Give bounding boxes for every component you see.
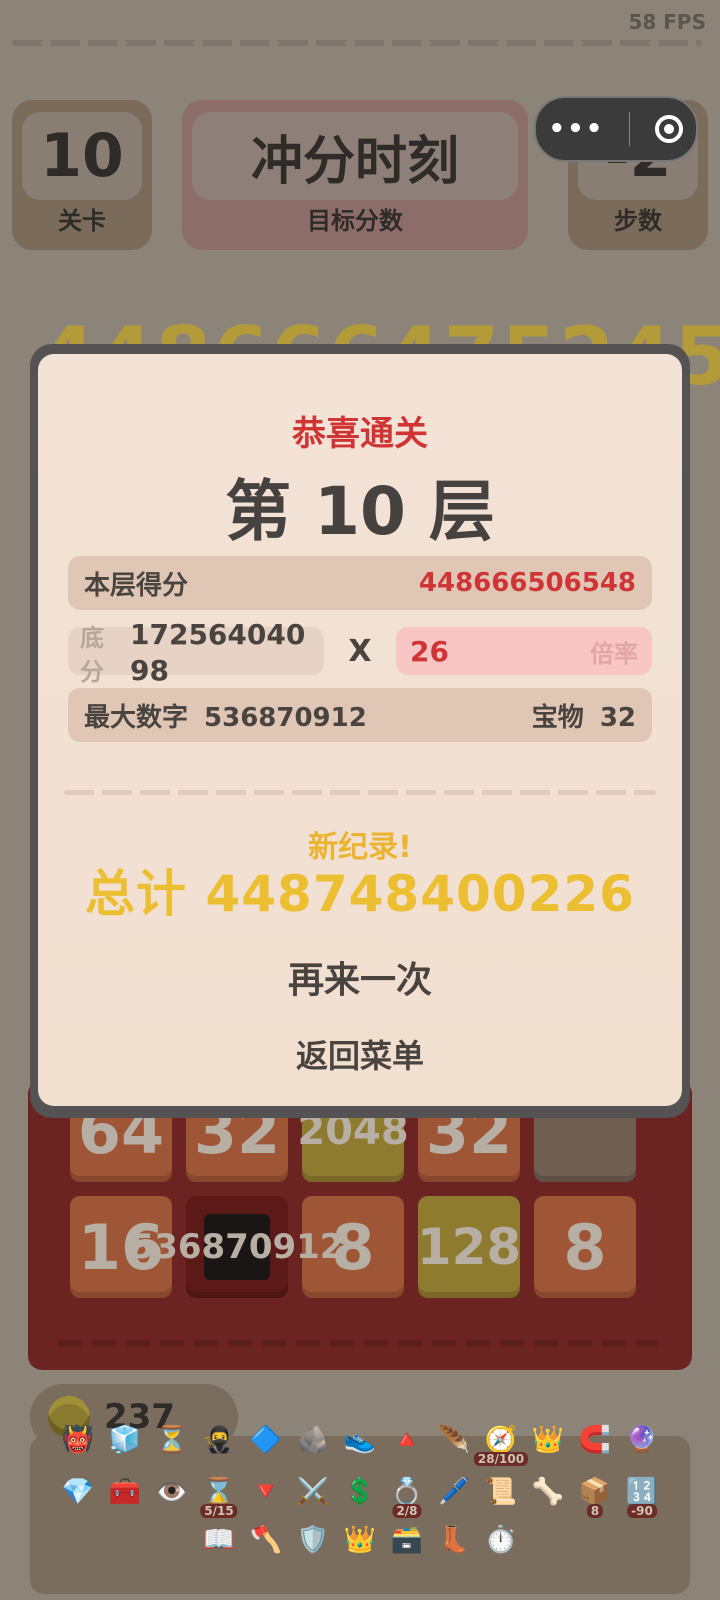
- multiplier-value: 26: [409, 634, 449, 668]
- inventory-item-icon[interactable]: 👟: [340, 1420, 380, 1460]
- inventory-row: 👹 🧊 ⏳ 🥷 🔷 🪨 👟 🔺 🪶 🧭 28/100 👑 🧲 🔮: [30, 1420, 690, 1466]
- inventory-item-icon[interactable]: 🔢 -90: [622, 1472, 662, 1518]
- back-to-menu-button[interactable]: 返回菜单: [38, 1030, 682, 1078]
- multiplier-label: 倍率: [589, 639, 638, 668]
- inventory-row: 💎 🧰 👁️ ⌛ 5/15 🔻 ⚔️ 💲 💍 2/8 🖊️ 📜 🦴 📦 8 🔢 -90: [30, 1472, 690, 1518]
- level-value: 10: [40, 121, 124, 191]
- inventory-item-icon[interactable]: 🧭 28/100: [473, 1420, 529, 1466]
- inventory-item-icon[interactable]: 🛡️: [293, 1520, 333, 1560]
- target-box: 冲分时刻 目标分数: [182, 100, 528, 250]
- monster-tile: 536870912: [131, 1196, 343, 1298]
- board-tile: 8: [534, 1196, 636, 1298]
- inventory-item-icon[interactable]: 👹: [58, 1420, 98, 1460]
- inventory-item-icon[interactable]: 🧲: [575, 1420, 615, 1460]
- inventory-item-icon[interactable]: 🪨: [293, 1420, 333, 1460]
- level-label: 关卡: [58, 207, 106, 235]
- game-board: 64 32 2048 32 16 536870912 8 128 8: [28, 1080, 692, 1370]
- inventory-item-icon[interactable]: 🗃️: [387, 1520, 427, 1560]
- stats-row: 最大数字 536870912 宝物 32: [68, 688, 652, 742]
- inventory-item-icon[interactable]: ⏱️: [481, 1520, 521, 1560]
- inventory-item-icon[interactable]: 🧰: [105, 1472, 145, 1512]
- max-number-value: 536870912: [204, 702, 367, 733]
- multiplier-box: 26 倍率: [395, 627, 652, 675]
- total-score: 总计 448748400226: [85, 865, 635, 923]
- inventory-item-icon[interactable]: ⏳: [152, 1420, 192, 1460]
- inventory-panel: 👹 🧊 ⏳ 🥷 🔷 🪨 👟 🔺 🪶 🧭 28/100 👑 🧲 🔮 💎 🧰 👁️ ⌛ 5/15 🔻 ⚔️ 💲 💍 2/8 🖊️ 📜…: [30, 1425, 690, 1594]
- inventory-item-icon[interactable]: 📖: [199, 1520, 239, 1560]
- inventory-item-icon[interactable]: 👁️: [152, 1472, 192, 1512]
- inventory-item-icon[interactable]: 📜: [481, 1472, 521, 1512]
- inventory-item-icon[interactable]: 🦴: [528, 1472, 568, 1512]
- progress-dash-line: [12, 40, 702, 46]
- congrats-text: 恭喜通关: [292, 414, 428, 454]
- inventory-item-icon[interactable]: ⚔️: [293, 1472, 333, 1512]
- retry-button[interactable]: 再来一次: [38, 950, 682, 1004]
- base-score-box: 底分 17256404098: [68, 618, 324, 687]
- treasure-value: 32: [599, 702, 636, 733]
- item-count-badge: -90: [627, 1504, 657, 1518]
- steps-label: 步数: [614, 207, 662, 235]
- inventory-item-icon[interactable]: 💎: [58, 1472, 98, 1512]
- inventory-item-icon[interactable]: ⌛ 5/15: [199, 1472, 239, 1518]
- item-count-badge: 2/8: [392, 1504, 422, 1518]
- level-score-label: 本层得分: [84, 570, 189, 601]
- level-box: 10 关卡: [12, 100, 152, 250]
- fps-counter: 58 FPS: [628, 10, 706, 34]
- item-count-badge: 8: [586, 1504, 604, 1518]
- times-sign: X: [348, 633, 372, 669]
- dialog-divider: [64, 790, 656, 795]
- inventory-item-icon[interactable]: 🔺: [387, 1420, 427, 1460]
- level-score-value: 448666506548: [418, 568, 636, 598]
- inventory-item-icon[interactable]: 📦 8: [575, 1472, 615, 1518]
- treasure-label: 宝物: [531, 702, 584, 733]
- inventory-item-icon[interactable]: 🔷: [246, 1420, 286, 1460]
- inventory-item-icon[interactable]: 👢: [434, 1520, 474, 1560]
- inventory-item-icon[interactable]: 💲: [340, 1472, 380, 1512]
- close-target-icon[interactable]: [655, 115, 684, 143]
- inventory-item-icon[interactable]: 🥷: [199, 1420, 239, 1460]
- inventory-item-icon[interactable]: 👑: [528, 1420, 568, 1460]
- more-icon[interactable]: •••: [549, 114, 605, 144]
- level-complete-dialog: 恭喜通关 第 10 层 本层得分 448666506548 底分 1725640…: [30, 344, 690, 1118]
- inventory-item-icon[interactable]: 🪶: [434, 1420, 474, 1460]
- inventory-row: 📖 🪓 🛡️ 👑 🗃️ 👢 ⏱️: [30, 1520, 690, 1560]
- inventory-item-icon[interactable]: 🪓: [246, 1520, 286, 1560]
- target-title: 冲分时刻: [250, 131, 459, 192]
- level-title: 第 10 层: [225, 473, 495, 550]
- inventory-item-icon[interactable]: 🔮: [622, 1420, 662, 1460]
- board-tile: 128: [417, 1196, 521, 1298]
- level-score-row: 本层得分 448666506548: [68, 556, 652, 610]
- calc-row: 底分 17256404098 X 26 倍率: [68, 618, 652, 687]
- item-count-badge: 5/15: [200, 1504, 238, 1518]
- board-dash-line: [58, 1340, 658, 1346]
- inventory-item-icon[interactable]: 🔻: [246, 1472, 286, 1512]
- max-number-label: 最大数字: [84, 702, 189, 733]
- item-count-badge: 28/100: [473, 1452, 529, 1466]
- inventory-item-icon[interactable]: 💍 2/8: [387, 1472, 427, 1518]
- inventory-item-icon[interactable]: 🧊: [105, 1420, 145, 1460]
- dialog-body: 恭喜通关 第 10 层 本层得分 448666506548 底分 1725640…: [38, 354, 682, 1106]
- target-label: 目标分数: [307, 207, 403, 235]
- base-score-label: 底分: [80, 624, 104, 686]
- base-score-value: 17256404098: [130, 618, 306, 687]
- mini-program-capsule: •••: [534, 96, 698, 162]
- inventory-item-icon[interactable]: 👑: [340, 1520, 380, 1560]
- inventory-item-icon[interactable]: 🖊️: [434, 1472, 474, 1512]
- capsule-divider: [629, 112, 631, 146]
